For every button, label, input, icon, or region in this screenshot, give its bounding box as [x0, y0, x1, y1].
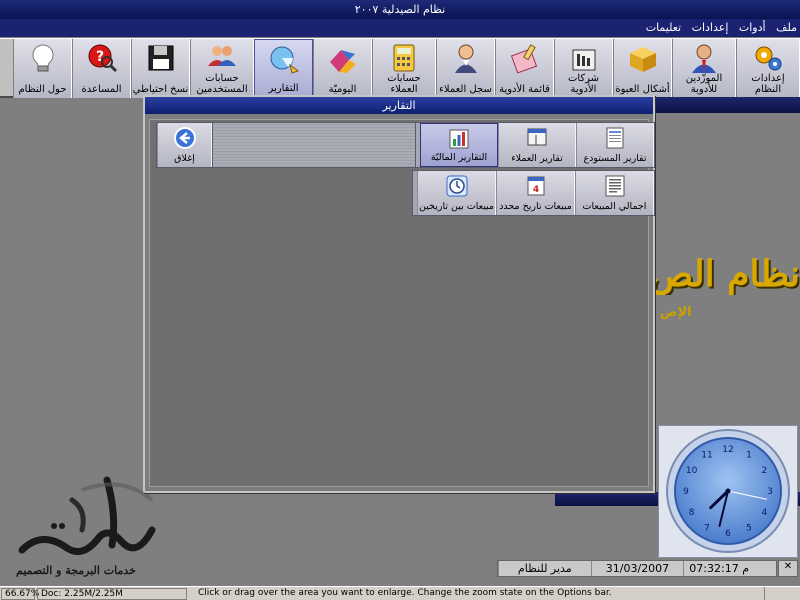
calculator-icon — [393, 44, 415, 72]
tile-total-sales[interactable]: اجمالي المبيعات — [575, 171, 654, 215]
system-subtitle-text: الإص — [660, 305, 692, 320]
status-time: 07:32:17 م — [683, 561, 776, 576]
desktop-band-top — [653, 97, 800, 113]
app-status-bar: 07:32:17 م 31/03/2007 مدير للنظام — [497, 560, 777, 577]
zoom-level[interactable]: 66.67% — [1, 588, 39, 600]
person-icon — [692, 44, 716, 73]
toolbar-system-settings[interactable]: إعدادات النظام — [736, 39, 800, 98]
tile-financial-reports[interactable]: التقارير الماليّة — [420, 123, 498, 167]
toolbar-package-forms[interactable]: أشكال العبوة — [613, 39, 672, 98]
menu-help[interactable]: تعليمات — [642, 19, 684, 34]
floppy-icon — [148, 45, 173, 71]
menu-tools[interactable]: أدوات — [735, 19, 769, 34]
clock-panel: 1 2 3 4 5 6 7 8 9 10 11 12 — [658, 425, 798, 558]
svg-text:4: 4 — [532, 185, 538, 195]
reports-icon — [270, 46, 299, 74]
financial-report-icon — [449, 129, 469, 149]
window-title: نظام الصيدلية ٢٠٠٧ — [354, 3, 446, 16]
clock-numeral: 4 — [762, 508, 768, 518]
close-strip: إغلاق — [156, 122, 213, 168]
reports-dialog-title: التقارير — [145, 97, 653, 114]
clock-numeral: 1 — [746, 451, 752, 461]
viewer-hint: Click or drag over the area you want to … — [198, 588, 612, 598]
report-strip-filler — [212, 122, 416, 168]
tile-range-sales[interactable]: مبيعات بين تاريخين — [417, 171, 496, 215]
factory-icon — [572, 49, 595, 71]
customers-report-icon — [527, 128, 547, 146]
report-category-strip: تقارير المستودع تقارير العملاء التقارير … — [415, 122, 655, 168]
toolbar-about[interactable]: حول النظام — [13, 39, 72, 98]
status-close-button[interactable]: ✕ — [778, 560, 798, 577]
toolbar-suppliers[interactable]: الموزّدين للأدوية — [672, 39, 736, 98]
users-icon — [208, 46, 236, 66]
status-user: مدير للنظام — [497, 561, 591, 576]
toolbar-customer-accounts[interactable]: حسابات العملاء — [372, 39, 436, 98]
financial-subreport-strip: اجمالي المبيعات 4 مبيعات تاريخ محدد مبيع… — [412, 170, 655, 216]
clock-numeral: 5 — [746, 523, 752, 533]
clock-numeral: 7 — [704, 523, 710, 533]
company-logo: خدمات البرمجة و التصميم — [12, 470, 162, 580]
logo-calligraphy — [18, 476, 156, 556]
date-sales-icon: 4 — [527, 176, 544, 196]
clock-numeral: 10 — [686, 466, 698, 476]
medicine-list-icon — [510, 44, 537, 74]
reports-dialog-body: تقارير المستودع تقارير العملاء التقارير … — [149, 119, 655, 487]
menu-file[interactable]: ملف — [772, 19, 800, 34]
menu-bar: ملف أدوات إعدادات تعليمات — [0, 19, 800, 37]
system-title-text: نظام الص — [655, 253, 800, 295]
toolbar-drug-companies[interactable]: شركات الأدوية — [554, 39, 613, 98]
toolbar-user-accounts[interactable]: حسابات المستخدمين — [190, 39, 254, 98]
toolbar-journal[interactable]: اليوميّة — [313, 39, 372, 98]
clock-numeral: 9 — [683, 487, 689, 497]
clock-numeral: 12 — [722, 445, 733, 455]
doc-size: Doc: 2.25M/2.25M — [37, 588, 187, 600]
viewer-status-bar: 66.67% Doc: 2.25M/2.25M Click or drag ov… — [0, 586, 800, 600]
clock-numeral: 6 — [725, 529, 731, 539]
toolbar-reports[interactable]: التقارير — [254, 39, 313, 98]
help-icon: ? — [88, 44, 117, 73]
tile-customer-reports[interactable]: تقارير العملاء — [498, 123, 576, 167]
customer-icon — [454, 44, 477, 73]
main-toolbar: إعدادات النظام الموزّدين للأدوية أشكال ا… — [0, 38, 800, 98]
toolbar-backup[interactable]: نسخ احتياطي — [131, 39, 190, 98]
close-button[interactable]: إغلاق — [157, 123, 212, 167]
reports-dialog: التقارير تقارير المستودع تقارير العملاء … — [143, 95, 655, 493]
clock-numeral: 3 — [767, 487, 773, 497]
range-sales-icon — [446, 175, 467, 197]
viewer-scroll-corner[interactable] — [764, 587, 800, 600]
status-date: 31/03/2007 — [590, 561, 684, 576]
logo-caption: خدمات البرمجة و التصميم — [16, 564, 136, 577]
toolbar-help[interactable]: ? المساعدة — [72, 39, 131, 98]
warehouse-report-icon — [606, 127, 624, 149]
window-titlebar: نظام الصيدلية ٢٠٠٧ — [0, 0, 800, 20]
clock-numeral: 11 — [701, 451, 712, 461]
gears-icon — [755, 46, 782, 71]
journal-icon — [329, 50, 356, 73]
tile-date-sales[interactable]: 4 مبيعات تاريخ محدد — [496, 171, 575, 215]
total-sales-icon — [605, 175, 624, 197]
clock-numeral: 8 — [689, 508, 695, 518]
toolbar-customer-register[interactable]: سجل العملاء — [436, 39, 495, 98]
bulb-icon — [32, 44, 53, 72]
analog-clock: 123456789101112 — [666, 429, 790, 553]
menu-settings[interactable]: إعدادات — [688, 19, 732, 34]
clock-numeral: 2 — [762, 466, 768, 476]
box-icon — [629, 47, 656, 72]
back-arrow-icon — [173, 127, 196, 149]
toolbar-medicine-list[interactable]: قائمة الأدوية — [495, 39, 554, 98]
tile-warehouse-reports[interactable]: تقارير المستودع — [576, 123, 654, 167]
